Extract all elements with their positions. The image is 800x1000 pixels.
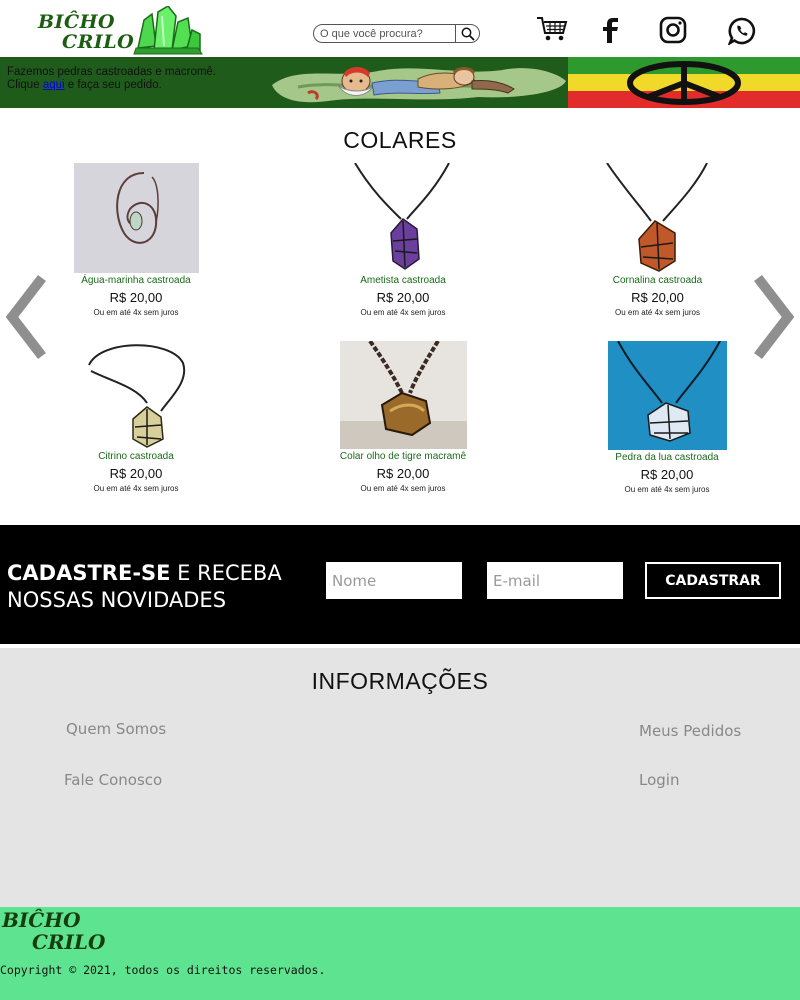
- newsletter-submit-button[interactable]: CADASTRAR: [645, 562, 781, 599]
- footer-logo-line2: CRILO: [32, 930, 106, 954]
- info-section: INFORMAÇÕES Quem Somos Fale Conosco Meus…: [0, 648, 800, 907]
- search-input[interactable]: [320, 26, 456, 41]
- product-image-moonstone: [607, 341, 727, 450]
- product-installments: Ou em até 4x sem juros: [93, 308, 179, 317]
- carousel-next-arrow-icon[interactable]: [750, 272, 796, 362]
- product-image-aquamarine: [73, 163, 199, 273]
- site-header: BIĈHO CRILO: [0, 0, 800, 57]
- newsletter-title-bold: CADASTRE-SE: [7, 561, 171, 585]
- facebook-icon[interactable]: [597, 17, 623, 43]
- product-installments: Ou em até 4x sem juros: [624, 485, 710, 494]
- site-footer: BIĈHO CRILO: [0, 907, 800, 1000]
- product-price: R$ 20,00: [109, 466, 163, 481]
- newsletter-section: CADASTRE-SE E RECEBA NOSSAS NOVIDADES CA…: [0, 525, 800, 644]
- product-card[interactable]: Pedra da lua castroada R$ 20,00 Ou em at…: [592, 341, 742, 494]
- instagram-icon[interactable]: [659, 16, 687, 44]
- banner-line1: Fazemos pedras castroadas e macromê.: [7, 66, 217, 78]
- site-logo[interactable]: BIĈHO CRILO: [36, 6, 206, 56]
- about-us-link[interactable]: Quem Somos: [66, 720, 166, 738]
- product-name: Cornalina castroada: [612, 275, 703, 286]
- product-name: Colar olho de tigre macramê: [339, 451, 467, 462]
- product-installments: Ou em até 4x sem juros: [360, 484, 446, 493]
- product-installments: Ou em até 4x sem juros: [615, 308, 700, 317]
- product-name: Pedra da lua castroada: [615, 452, 719, 463]
- product-price: R$ 20,00: [631, 290, 684, 305]
- product-price: R$ 20,00: [376, 466, 430, 481]
- copyright-text: Copyright © 2021, todos os direitos rese…: [0, 963, 326, 977]
- product-installments: Ou em até 4x sem juros: [93, 484, 179, 493]
- newsletter-title-line2: NOSSAS NOVIDADES: [7, 588, 227, 612]
- product-name: Água-marinha castroada: [81, 275, 191, 286]
- product-price: R$ 20,00: [376, 290, 430, 305]
- search-button[interactable]: [455, 25, 479, 42]
- login-link[interactable]: Login: [639, 771, 679, 789]
- whatsapp-icon[interactable]: [728, 17, 756, 45]
- logo-text-line1: BIĈHO: [38, 11, 116, 33]
- product-card[interactable]: Citrino castroada R$ 20,00 Ou em até 4x …: [56, 341, 216, 493]
- product-image-amethyst: [353, 163, 453, 273]
- product-image-carnelian: [605, 163, 710, 273]
- promo-banner: Fazemos pedras castroadas e macromê. Cli…: [0, 57, 800, 108]
- carousel-prev-arrow-icon[interactable]: [4, 272, 50, 362]
- banner-illustration: [272, 67, 566, 103]
- my-orders-link[interactable]: Meus Pedidos: [639, 722, 741, 740]
- product-name: Ametista castroada: [360, 275, 446, 286]
- newsletter-email-field[interactable]: [487, 562, 623, 599]
- newsletter-title: CADASTRE-SE E RECEBA NOSSAS NOVIDADES: [7, 560, 282, 614]
- search-icon: [461, 27, 475, 41]
- product-card[interactable]: Ametista castroada R$ 20,00 Ou em até 4x…: [323, 163, 483, 317]
- banner-line2-pre: Clique: [7, 79, 43, 91]
- products-section-title: COLARES: [343, 127, 457, 153]
- newsletter-title-rest: E RECEBA: [170, 561, 282, 585]
- cart-icon[interactable]: [536, 16, 568, 42]
- product-name: Citrino castroada: [98, 451, 174, 462]
- product-image-citrine: [81, 341, 191, 449]
- banner-line2-post: e faça seu pedido.: [64, 79, 162, 91]
- page: BIĈHO CRILO O que você procura? Fazemos …: [0, 0, 800, 1000]
- banner-order-link[interactable]: aqui: [43, 79, 65, 91]
- product-card[interactable]: Cornalina castroada R$ 20,00 Ou em até 4…: [585, 163, 730, 317]
- product-price: R$ 20,00: [109, 290, 163, 305]
- search-bar: [313, 24, 480, 43]
- product-price: R$ 20,00: [640, 467, 694, 482]
- peace-flag-image: [568, 57, 800, 108]
- product-card[interactable]: Colar olho de tigre macramê R$ 20,00 Ou …: [318, 341, 488, 493]
- product-card[interactable]: Água-marinha castroada R$ 20,00 Ou em at…: [56, 163, 216, 317]
- crystal-logo-icon: [133, 6, 203, 55]
- logo-text-line2: CRILO: [62, 31, 135, 53]
- footer-logo-line1: BIĈHO: [2, 908, 81, 932]
- product-image-tigers-eye: [339, 341, 467, 449]
- product-installments: Ou em até 4x sem juros: [360, 308, 446, 317]
- banner-text: Fazemos pedras castroadas e macromê. Cli…: [7, 66, 216, 92]
- contact-us-link[interactable]: Fale Conosco: [64, 771, 162, 789]
- info-section-title: INFORMAÇÕES: [311, 668, 489, 694]
- newsletter-name-field[interactable]: [326, 562, 462, 599]
